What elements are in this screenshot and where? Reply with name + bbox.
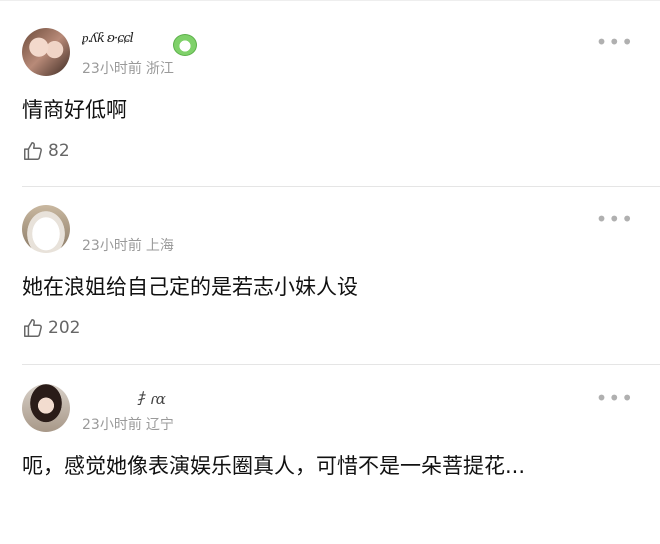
thumbs-up-icon [24, 142, 42, 160]
avatar[interactable] [22, 28, 70, 76]
comment-time: 23小时前 [82, 238, 142, 254]
like-button[interactable]: 82 [22, 138, 70, 164]
like-button[interactable]: 202 [22, 315, 80, 341]
avatar[interactable] [22, 384, 70, 432]
comment-item: ᵱ.ʎƙ ʚ·ɕɕl 23小时前 浙江 ••• 情商好低啊 82 [0, 10, 660, 188]
more-dots-icon[interactable]: ••• [596, 209, 634, 229]
comment-time: 23小时前 [82, 417, 142, 433]
comment-item: 扌ɾɑ 23小时前 辽宁 ••• 呃，感觉她像表演娱乐圈真人，可惜不是一朵菩提花.… [0, 366, 660, 544]
green-badge-icon [173, 34, 197, 56]
thumbs-up-icon [24, 319, 42, 337]
like-count: 202 [48, 318, 81, 338]
divider [22, 364, 660, 365]
comment-meta: 23小时前 辽宁 [82, 414, 174, 434]
comment-meta: 23小时前 上海 [82, 235, 174, 255]
comment-location: 浙江 [145, 61, 174, 77]
comment-text: 情商好低啊 [22, 98, 127, 122]
comment-location: 上海 [145, 238, 174, 254]
comment-time: 23小时前 [82, 61, 142, 77]
top-divider [0, 0, 660, 1]
comment-meta: 23小时前 浙江 [82, 58, 174, 78]
username[interactable]: 扌ɾɑ [136, 388, 196, 408]
like-count: 82 [48, 141, 70, 161]
avatar[interactable] [22, 205, 70, 253]
username[interactable]: ᵱ.ʎƙ ʚ·ɕɕl [82, 30, 172, 50]
more-dots-icon[interactable]: ••• [596, 32, 634, 52]
comment-location: 辽宁 [145, 417, 174, 433]
comment-item: 23小时前 上海 ••• 她在浪姐给自己定的是若志小妹人设 202 [0, 187, 660, 365]
comment-text: 呃，感觉她像表演娱乐圈真人，可惜不是一朵菩提花... [22, 454, 526, 478]
more-dots-icon[interactable]: ••• [596, 388, 634, 408]
comment-text: 她在浪姐给自己定的是若志小妹人设 [22, 275, 358, 299]
